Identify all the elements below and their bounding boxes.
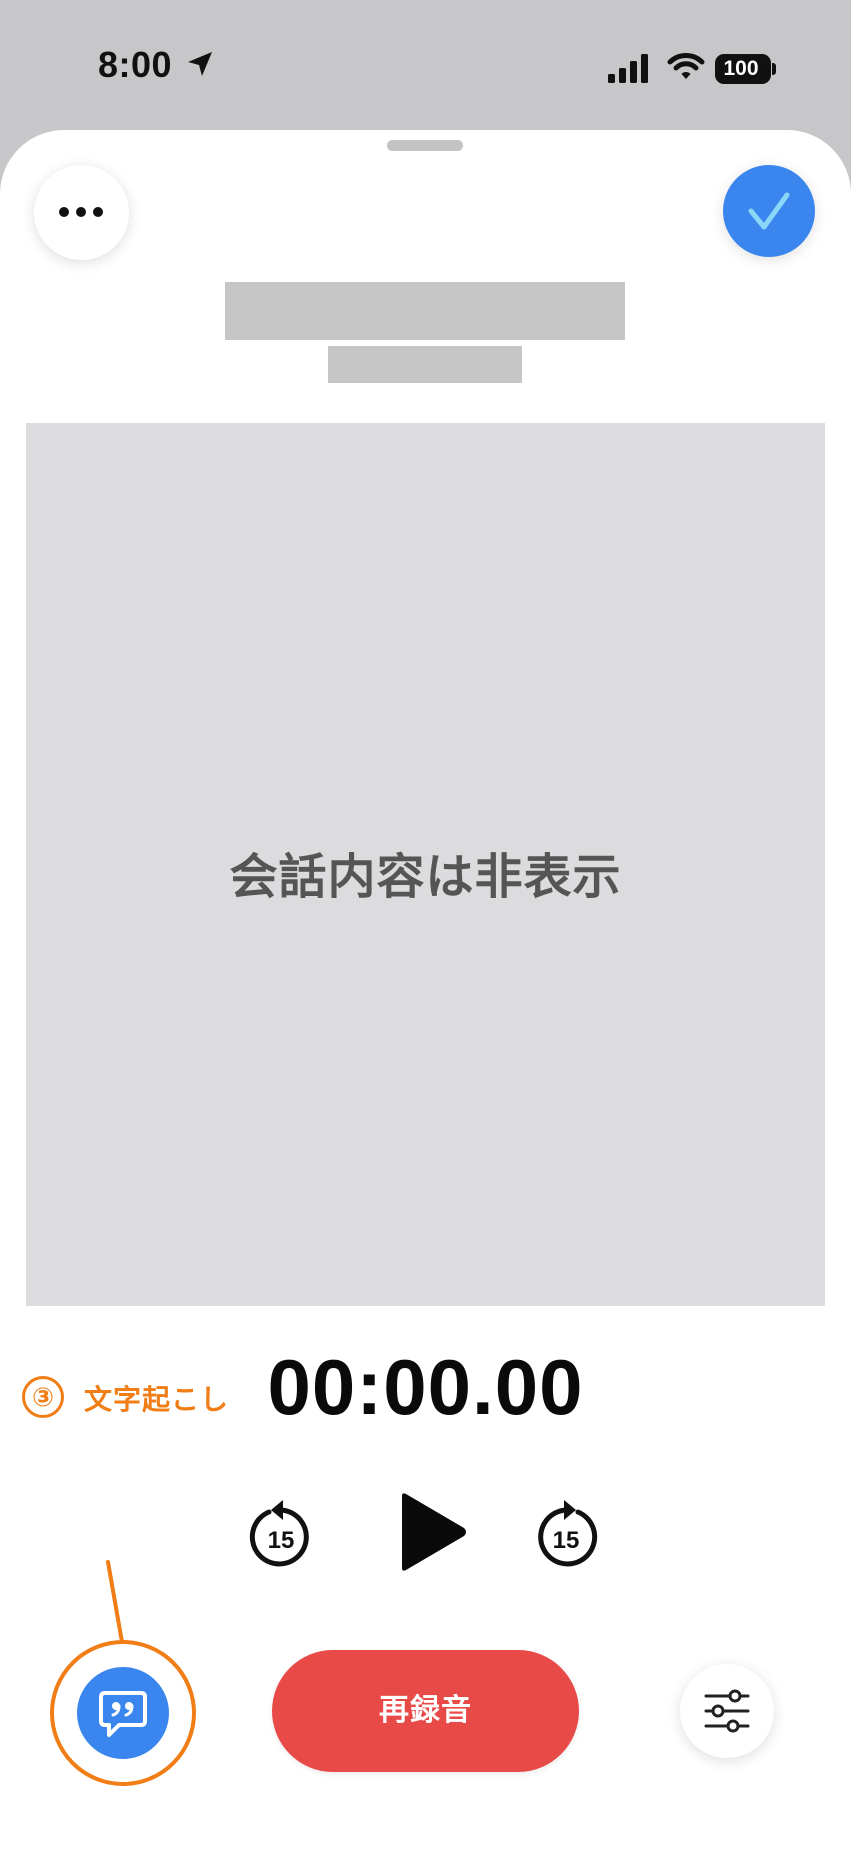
- battery-level: 100: [723, 57, 759, 80]
- transcript-button[interactable]: [77, 1667, 169, 1759]
- transcript-area: 会話内容は非表示: [26, 423, 825, 1306]
- skip-forward-button[interactable]: 15: [531, 1492, 601, 1568]
- done-button[interactable]: [723, 165, 815, 257]
- cellular-signal-icon: [608, 54, 648, 83]
- annotation-number: ③: [22, 1376, 64, 1418]
- skip-forward-seconds: 15: [553, 1527, 580, 1554]
- recording-sheet: 会話内容は非表示 00:00.00: [0, 130, 851, 1849]
- more-button[interactable]: [34, 165, 129, 260]
- ellipsis-icon-dot: [76, 207, 86, 217]
- hidden-content-label: 会話内容は非表示: [229, 851, 622, 904]
- annotation-label: 文字起こし: [84, 1384, 230, 1415]
- skip-back-seconds: 15: [268, 1527, 295, 1554]
- status-time: 8:00: [98, 44, 173, 85]
- sheet-grabber[interactable]: [387, 140, 463, 151]
- checkmark-icon: [748, 192, 790, 230]
- location-arrow-icon: [188, 52, 212, 76]
- sliders-icon: [704, 1689, 750, 1733]
- battery-icon: 100: [715, 54, 771, 84]
- ellipsis-icon-dot: [93, 207, 103, 217]
- skip-back-15-icon: 15: [249, 1500, 309, 1567]
- play-icon: [402, 1493, 466, 1571]
- ellipsis-icon: [59, 207, 69, 217]
- transcript-quote-bubble-icon: [99, 1691, 147, 1737]
- skip-back-button[interactable]: 15: [246, 1492, 316, 1568]
- play-button[interactable]: [392, 1490, 472, 1574]
- recording-date-redacted: [328, 346, 522, 383]
- recording-title-redacted: [225, 282, 625, 340]
- battery-cap: [772, 63, 776, 75]
- rerecord-button[interactable]: 再録音: [272, 1650, 579, 1772]
- status-bar: 8:00 100: [0, 0, 851, 130]
- settings-button[interactable]: [680, 1664, 774, 1758]
- skip-forward-15-icon: 15: [538, 1500, 598, 1567]
- wifi-icon: [667, 53, 705, 79]
